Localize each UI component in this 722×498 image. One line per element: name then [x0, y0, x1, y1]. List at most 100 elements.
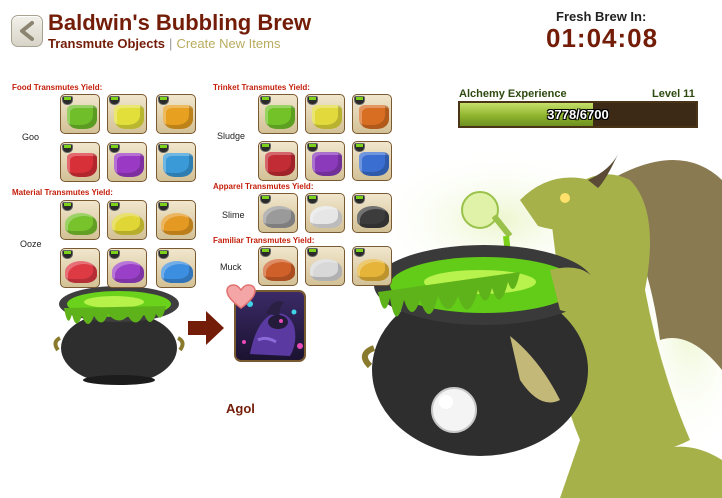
cauldron-badge-icon — [307, 248, 318, 257]
cauldron-badge-icon — [354, 143, 365, 152]
cauldron-badge-icon — [260, 143, 271, 152]
material-yield-label: Ooze — [20, 239, 42, 249]
apparel-transmute-tile[interactable] — [305, 193, 345, 233]
trinket-transmute-tile[interactable] — [352, 94, 392, 134]
food-yield-icon — [67, 105, 97, 129]
alchemy-experience-label: Alchemy Experience — [459, 88, 567, 100]
familiar-transmute-tile[interactable] — [258, 246, 298, 286]
food-transmutes-title: Food Transmutes Yield: — [12, 83, 103, 92]
cauldron-badge-icon — [307, 195, 318, 204]
heart-icon — [226, 284, 256, 309]
food-transmute-tile[interactable] — [60, 142, 100, 182]
food-transmute-tile[interactable] — [107, 142, 147, 182]
cauldron-badge-icon — [62, 250, 73, 259]
apparel-yield-label: Slime — [222, 210, 245, 220]
material-transmute-tile[interactable] — [156, 200, 196, 240]
trinket-yield-icon — [312, 105, 342, 129]
brew-timer-value: 01:04:08 — [546, 23, 659, 53]
trinket-transmute-tile[interactable] — [258, 141, 298, 181]
cauldron-badge-icon — [354, 248, 365, 257]
material-yield-icon — [112, 213, 144, 235]
food-transmute-tile[interactable] — [60, 94, 100, 134]
material-transmutes-title: Material Transmutes Yield: — [12, 188, 113, 197]
cauldron-badge-icon — [158, 250, 169, 259]
material-transmute-tile[interactable] — [107, 200, 147, 240]
familiar-yield-icon — [357, 259, 389, 281]
familiar-transmute-tile[interactable] — [305, 246, 345, 286]
familiar-transmute-tile[interactable] — [352, 246, 392, 286]
food-yield-icon — [163, 153, 193, 177]
material-yield-icon — [65, 261, 97, 283]
familiar-yield-icon — [310, 259, 342, 281]
cauldron-badge-icon — [109, 250, 120, 259]
familiar-yield-icon — [263, 259, 295, 281]
tab-create-new-items[interactable]: Create New Items — [176, 36, 280, 51]
food-yield-icon — [67, 153, 97, 177]
cauldron-badge-icon — [260, 96, 271, 105]
cauldron-badge-icon — [109, 144, 120, 153]
cauldron-badge-icon — [109, 96, 120, 105]
cauldron-badge-icon — [354, 96, 365, 105]
alchemy-level: Level 11 — [652, 88, 695, 100]
back-arrow-icon — [20, 21, 34, 41]
back-button[interactable] — [11, 15, 43, 47]
material-yield-icon — [65, 213, 97, 235]
trinket-yield-label: Sludge — [217, 131, 246, 141]
trinket-transmute-tile[interactable] — [258, 94, 298, 134]
food-transmute-tile[interactable] — [107, 94, 147, 134]
tab-transmute-objects[interactable]: Transmute Objects — [48, 36, 165, 51]
trinket-yield-icon — [359, 152, 389, 176]
material-transmute-tile[interactable] — [107, 248, 147, 288]
tab-separator: | — [169, 36, 173, 51]
material-transmute-tile[interactable] — [60, 200, 100, 240]
cauldron-badge-icon — [260, 248, 271, 257]
material-transmute-tile[interactable] — [60, 248, 100, 288]
trinket-yield-icon — [312, 152, 342, 176]
apparel-yield-icon — [263, 206, 295, 228]
food-yield-icon — [114, 105, 144, 129]
cauldron-badge-icon — [158, 96, 169, 105]
food-transmute-tile[interactable] — [156, 142, 196, 182]
cauldron-badge-icon — [158, 144, 169, 153]
apparel-transmute-tile[interactable] — [352, 193, 392, 233]
experience-text: 3778/6700 — [547, 107, 609, 122]
cauldron-badge-icon — [62, 144, 73, 153]
cauldron-badge-icon — [109, 202, 120, 211]
sub-navigation: Transmute Objects | Create New Items — [48, 36, 280, 51]
page-title: Baldwin's Bubbling Brew — [48, 10, 312, 35]
cauldron-badge-icon — [62, 96, 73, 105]
food-yield-icon — [114, 153, 144, 177]
experience-bar: 3778/6700 — [458, 101, 698, 128]
material-yield-icon — [112, 261, 144, 283]
result-familiar-name: Agol — [226, 401, 255, 416]
material-transmute-tile[interactable] — [156, 248, 196, 288]
apparel-transmutes-title: Apparel Transmutes Yield: — [213, 182, 314, 191]
trinket-transmute-tile[interactable] — [305, 94, 345, 134]
apparel-transmute-tile[interactable] — [258, 193, 298, 233]
apparel-yield-icon — [310, 206, 342, 228]
cauldron-badge-icon — [260, 195, 271, 204]
trinket-transmute-tile[interactable] — [305, 141, 345, 181]
cauldron-badge-icon — [307, 143, 318, 152]
cauldron-badge-icon — [62, 202, 73, 211]
food-yield-icon — [163, 105, 193, 129]
food-yield-label: Goo — [22, 132, 40, 142]
material-yield-icon — [161, 213, 193, 235]
material-yield-icon — [161, 261, 193, 283]
cauldron-badge-icon — [307, 96, 318, 105]
trinket-yield-icon — [265, 152, 295, 176]
small-cauldron-icon — [53, 286, 185, 385]
familiar-transmutes-title: Familiar Transmutes Yield: — [213, 236, 315, 245]
food-transmute-tile[interactable] — [156, 94, 196, 134]
familiar-yield-label: Muck — [220, 262, 242, 272]
trinket-transmute-tile[interactable] — [352, 141, 392, 181]
cauldron-badge-icon — [158, 202, 169, 211]
arrow-right-icon — [188, 311, 224, 345]
cauldron-badge-icon — [354, 195, 365, 204]
baldwin-dragon-scene — [361, 150, 722, 498]
trinket-yield-icon — [359, 105, 389, 129]
brew-timer-label: Fresh Brew In: — [556, 9, 647, 24]
trinket-yield-icon — [265, 105, 295, 129]
trinket-transmutes-title: Trinket Transmutes Yield: — [213, 83, 310, 92]
apparel-yield-icon — [357, 206, 389, 228]
